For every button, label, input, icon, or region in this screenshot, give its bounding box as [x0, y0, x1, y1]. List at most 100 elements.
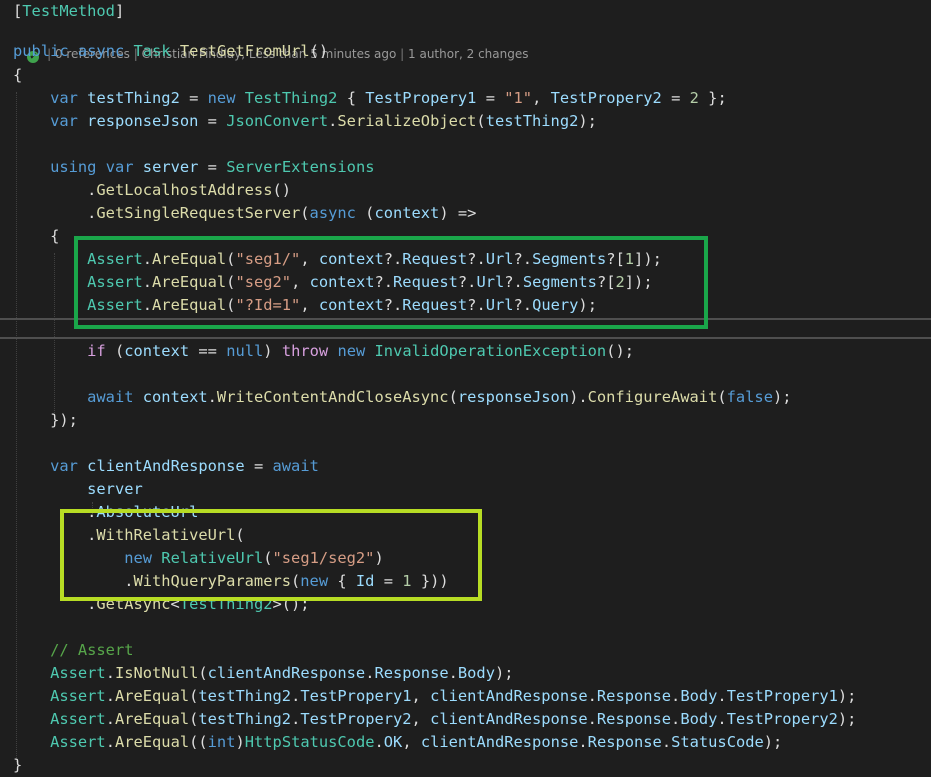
code-token: ( [355, 204, 375, 222]
code-token: testThing2 [485, 112, 579, 130]
code-token: = [476, 89, 505, 107]
code-token: async [309, 204, 356, 222]
code-token: ( [198, 664, 208, 682]
code-token: ( [476, 112, 486, 130]
code-token: ); [763, 733, 783, 751]
code-token: testThing2 [198, 687, 292, 705]
code-line[interactable]: [TestMethod] [13, 0, 124, 23]
code-token: "1" [504, 89, 533, 107]
code-line[interactable]: Assert.AreEqual(testThing2.TestPropery1,… [13, 685, 856, 708]
code-line[interactable]: // Assert [13, 639, 133, 662]
code-token: ( [300, 204, 310, 222]
code-line[interactable]: { [13, 225, 59, 248]
code-token: . [717, 710, 727, 728]
code-token: Response [596, 710, 672, 728]
code-token: . [105, 664, 115, 682]
code-token: ( [717, 388, 727, 406]
code-token: , [411, 710, 431, 728]
code-token: , [411, 687, 431, 705]
code-token: . [671, 710, 681, 728]
code-token: server [87, 480, 143, 498]
code-token: context [374, 204, 440, 222]
code-token: await [87, 388, 134, 406]
code-token: clientAndResponse [420, 733, 579, 751]
code-token: . [105, 733, 115, 751]
code-token: HttpStatusCode [244, 733, 375, 751]
code-editor[interactable]: ✔ | 0 references | Christian Findlay, Le… [0, 0, 931, 777]
code-token: OK [383, 733, 403, 751]
code-line[interactable]: if (context == null) throw new InvalidOp… [13, 340, 634, 363]
code-line[interactable]: { [13, 64, 22, 87]
code-line[interactable]: Assert.IsNotNull(clientAndResponse.Respo… [13, 662, 514, 685]
code-line[interactable]: var responseJson = JsonConvert.Serialize… [13, 110, 597, 133]
code-line[interactable]: public async Task TestGetFromUrl() [13, 40, 328, 63]
code-token: GetSingleRequestServer [96, 204, 301, 222]
code-token: = [179, 89, 208, 107]
code-token: . [661, 733, 672, 751]
code-token: ] [114, 2, 125, 20]
code-token: ); [772, 388, 792, 406]
code-line[interactable]: }); [13, 409, 78, 432]
code-token: AreEqual [114, 687, 190, 705]
code-line[interactable]: var testThing2 = new TestThing2 { TestPr… [13, 87, 727, 110]
code-token: await [272, 457, 319, 475]
code-token: Assert [50, 664, 106, 682]
code-line[interactable]: Assert.AreEqual((int)HttpStatusCode.OK, … [13, 731, 782, 754]
code-token: Assert [50, 710, 106, 728]
code-token: TestThing2 [244, 89, 338, 107]
code-token: == [189, 342, 227, 360]
code-token: . [328, 112, 338, 130]
code-token: GetLocalhostAddress [96, 181, 273, 199]
code-token: TestMethod [22, 2, 115, 20]
code-token: var [105, 158, 134, 176]
code-token: } [13, 756, 23, 774]
code-token: new [337, 342, 366, 360]
code-token: clientAndResponse [430, 687, 588, 705]
code-token: ServerExtensions [226, 158, 375, 176]
code-token: responseJson [87, 112, 199, 130]
code-token: , [532, 89, 551, 107]
code-token: . [717, 687, 727, 705]
code-line[interactable]: .GetLocalhostAddress() [13, 179, 291, 202]
code-token: { [13, 227, 60, 245]
code-token: Body [457, 664, 495, 682]
code-line[interactable]: server [13, 478, 143, 501]
code-token: var [50, 112, 78, 130]
code-token: . [374, 733, 384, 751]
code-token: int [207, 733, 236, 751]
code-token: ); [494, 664, 514, 682]
highlight-box-relative-url [60, 509, 482, 601]
code-line[interactable]: } [13, 754, 22, 777]
code-token: ) => [439, 204, 477, 222]
code-line[interactable]: await context.WriteContentAndCloseAsync(… [13, 386, 792, 409]
code-line[interactable]: .GetSingleRequestServer(async (context) … [13, 202, 476, 225]
code-token: ( [189, 710, 199, 728]
code-token: if [87, 342, 106, 360]
code-line[interactable]: using var server = ServerExtensions [13, 156, 374, 179]
code-token: new [207, 89, 236, 107]
code-line[interactable]: Assert.AreEqual(testThing2.TestPropery2,… [13, 708, 856, 731]
codelens-changes[interactable]: 1 author, 2 changes [408, 47, 529, 61]
code-token: WriteContentAndCloseAsync [216, 388, 449, 406]
code-token: server [142, 158, 199, 176]
code-line[interactable]: var clientAndResponse = await [13, 455, 319, 478]
code-token: ); [837, 710, 857, 728]
code-token: InvalidOperationException [374, 342, 607, 360]
code-token: Assert [50, 733, 106, 751]
highlight-box-asserts [74, 236, 708, 329]
code-token: Response [596, 687, 672, 705]
code-token: . [448, 664, 458, 682]
code-token: 2 [689, 89, 699, 107]
